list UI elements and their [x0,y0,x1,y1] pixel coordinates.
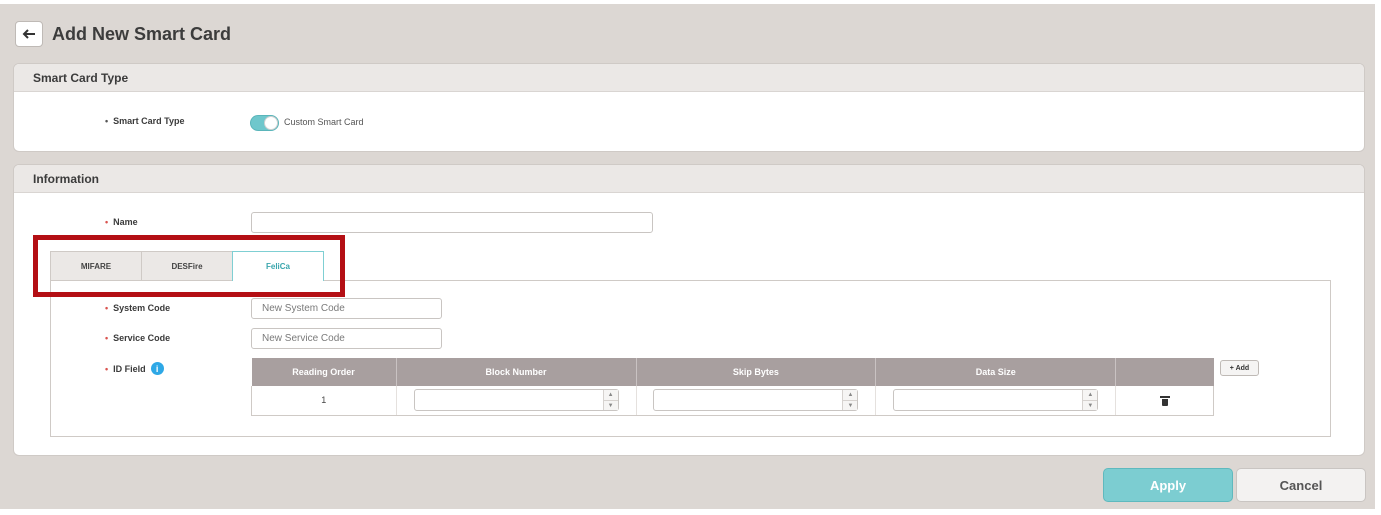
column-header: Block Number [396,358,637,386]
system-code-label: • System Code [105,303,171,313]
table-row: 1 ▲ ▼ ▲ ▼ ▲ ▼ [251,386,1214,416]
right-edge [1375,0,1381,515]
service-code-label: • Service Code [105,333,171,343]
stepper-up-icon[interactable]: ▲ [1083,390,1098,401]
top-strip [0,0,1381,4]
arrow-left-icon [22,29,35,39]
data-size-stepper[interactable]: ▲ ▼ [893,389,1099,412]
stepper-down-icon[interactable]: ▼ [603,400,618,411]
smart-card-type-label: • Smart Card Type [105,116,185,126]
page-header: Add New Smart Card [15,20,231,48]
tab-desfire[interactable]: DESFire [141,251,233,280]
bottom-strip [0,509,1381,515]
data-size-cell: ▲ ▼ [875,386,1117,416]
stepper-arrows[interactable]: ▲ ▼ [842,390,858,411]
panel-title: Smart Card Type [14,64,1364,92]
stepper-down-icon[interactable]: ▼ [1083,400,1098,411]
tab-felica[interactable]: FeliCa [232,251,324,281]
trash-icon[interactable] [1159,395,1170,406]
name-label: • Name [105,217,138,227]
skip-bytes-stepper[interactable]: ▲ ▼ [653,389,859,412]
custom-smart-card-toggle[interactable] [250,115,279,131]
card-type-tabs: MIFARE DESFire FeliCa [50,251,324,281]
required-bullet-icon: • [105,363,109,374]
service-code-input[interactable] [251,328,442,349]
block-number-cell: ▲ ▼ [396,386,637,416]
info-icon[interactable]: i [150,362,164,375]
column-header: Data Size [875,358,1117,386]
apply-button[interactable]: Apply [1103,468,1233,502]
toggle-knob [264,116,278,130]
toggle-label: Custom Smart Card [284,117,364,127]
bullet-icon: • [105,116,109,126]
delete-cell [1115,386,1214,416]
smart-card-type-panel: Smart Card Type • Smart Card Type Custom… [13,63,1365,152]
skip-bytes-cell: ▲ ▼ [636,386,877,416]
required-bullet-icon: • [105,217,109,227]
required-bullet-icon: • [105,333,109,343]
page-title: Add New Smart Card [52,23,232,44]
system-code-input[interactable] [251,298,442,319]
id-field-table: Reading Order Block Number Skip Bytes Da… [251,358,1214,416]
stepper-up-icon[interactable]: ▲ [843,390,858,401]
reading-order-cell: 1 [251,386,397,416]
block-number-stepper[interactable]: ▲ ▼ [413,389,619,412]
name-input[interactable] [251,212,653,233]
stepper-arrows[interactable]: ▲ ▼ [602,390,618,411]
back-button[interactable] [15,21,43,47]
column-header: Reading Order [251,358,397,386]
stepper-up-icon[interactable]: ▲ [603,390,618,401]
add-row-button[interactable]: + Add [1220,360,1259,376]
column-header [1115,358,1214,386]
id-field-label: • ID Field i [105,362,164,375]
information-panel: Information • Name MIFARE DESFire FeliCa… [13,164,1365,456]
panel-title: Information [14,165,1364,193]
column-header: Skip Bytes [636,358,877,386]
required-bullet-icon: • [105,303,109,313]
stepper-down-icon[interactable]: ▼ [843,400,858,411]
cancel-button[interactable]: Cancel [1236,468,1366,502]
stepper-arrows[interactable]: ▲ ▼ [1082,390,1098,411]
tab-mifare[interactable]: MIFARE [50,251,142,280]
